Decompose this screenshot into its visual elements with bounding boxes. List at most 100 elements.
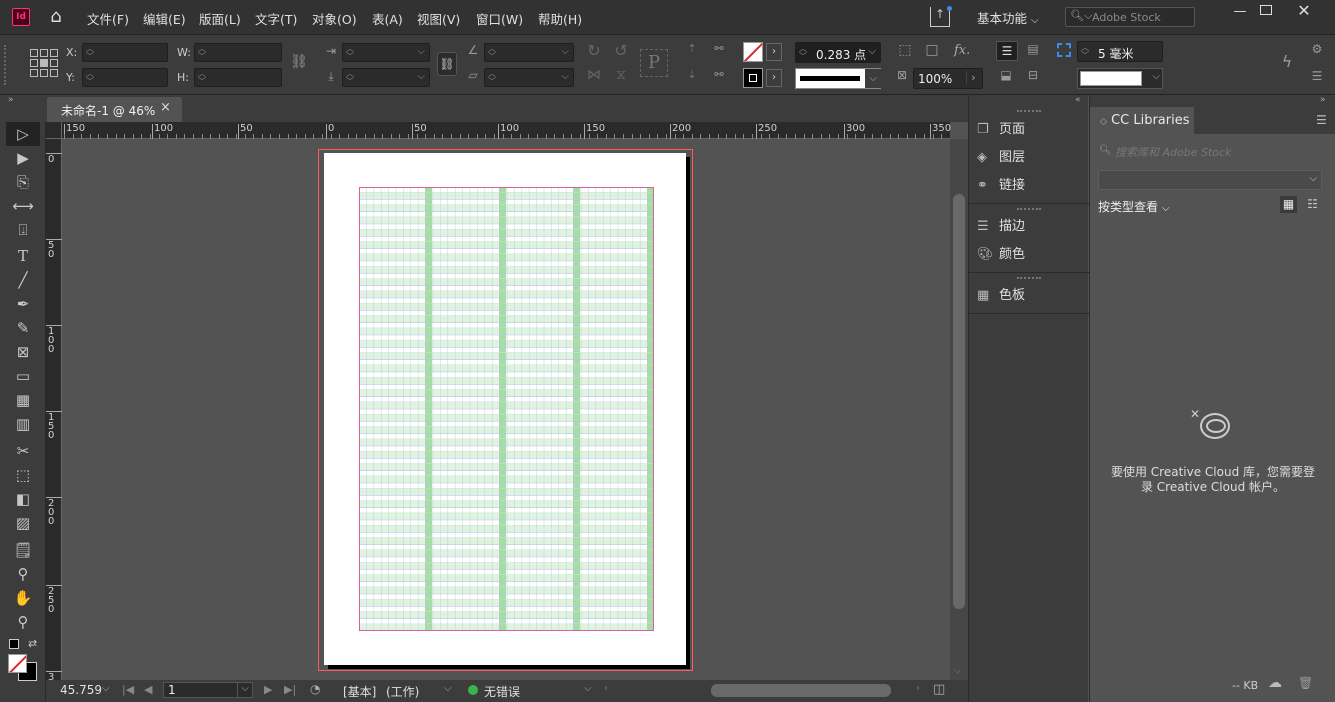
link-scale-button[interactable]: ⛓ <box>437 52 457 76</box>
panel-swatches[interactable]: ▦ 色板 <box>977 283 1087 309</box>
scroll-right-icon[interactable]: › <box>916 683 920 694</box>
first-page-icon[interactable]: |◀ <box>122 683 134 696</box>
line-tool-icon[interactable]: ╱ <box>0 268 46 292</box>
type-tool-icon[interactable]: T <box>0 244 46 268</box>
chevron-down-icon[interactable]: ⌵ <box>444 683 452 694</box>
stepper-icon[interactable]: ︿ ﹀ <box>86 45 94 61</box>
rectangle-tool-icon[interactable]: ▭ <box>0 364 46 388</box>
split-view-icon[interactable]: ◫ <box>933 682 945 697</box>
select-container-icon[interactable]: ⇡ <box>683 42 701 55</box>
pencil-tool-icon[interactable]: ✎ <box>0 316 46 340</box>
gear-icon[interactable]: ⚙ <box>1309 42 1325 56</box>
collapse-panel-icon[interactable]: » <box>1320 95 1326 105</box>
panel-layers[interactable]: ◈ 图层 <box>977 145 1087 171</box>
document-canvas[interactable] <box>62 139 950 680</box>
direct-selection-tool-icon[interactable]: ▶ <box>0 146 46 170</box>
library-dropdown[interactable]: ⌵ <box>1098 170 1322 190</box>
horizontal-scroll-thumb[interactable] <box>711 684 891 697</box>
content-collector-icon[interactable]: ⍗ <box>0 218 46 242</box>
stroke-type-dropdown[interactable]: ⌵ <box>795 68 881 89</box>
panel-pages[interactable]: ❐ 页面 <box>977 117 1087 143</box>
gutter-field[interactable]: ︿ ﹀ 5 毫米 <box>1077 41 1163 62</box>
expand-toolbar-icon[interactable]: » <box>8 95 14 105</box>
close-button[interactable]: ✕ <box>1296 1 1312 20</box>
selection-tool-icon[interactable]: ▷ <box>6 122 40 146</box>
vertical-ruler[interactable]: 05 01 0 01 5 02 0 02 5 03 <box>46 139 62 683</box>
chevron-down-icon[interactable]: ⌵ <box>1309 173 1317 184</box>
last-page-icon[interactable]: ▶| <box>284 683 296 696</box>
select-next-icon[interactable]: ⚯ <box>709 68 729 81</box>
select-previous-icon[interactable]: ⚯ <box>709 42 729 55</box>
panel-menu-icon[interactable]: ☰ <box>1309 69 1325 83</box>
workspace-switcher[interactable]: 基本功能 ⌵ <box>977 8 1039 27</box>
stock-search-field[interactable]: 🔍︎⌵ Adobe Stock <box>1065 7 1195 27</box>
zoom-tool-icon[interactable]: ⚲ <box>0 610 46 634</box>
stepper-icon[interactable]: ︿ ﹀ <box>86 70 94 86</box>
lightning-icon[interactable]: ϟ <box>1278 52 1296 71</box>
chevron-down-icon[interactable]: ⌵ <box>865 69 881 88</box>
trash-icon[interactable]: 🗑︎ <box>1298 676 1313 690</box>
chevron-down-icon[interactable]: ⌵ <box>417 71 425 82</box>
menu-object[interactable]: 对象(O) <box>312 9 357 28</box>
gap-tool-icon[interactable]: ⟷ <box>0 194 46 218</box>
shear-field[interactable]: ︿ ﹀ ⌵ <box>484 68 574 87</box>
rotate-field[interactable]: ︿ ﹀ ⌵ <box>484 43 574 62</box>
default-colors-icon[interactable] <box>9 639 19 649</box>
rotate-ccw-icon[interactable]: ↺ <box>612 41 630 60</box>
chevron-right-icon[interactable]: › <box>966 71 980 84</box>
page-tool-icon[interactable]: ⎘ <box>0 170 46 194</box>
next-page-icon[interactable]: ▶ <box>264 683 272 696</box>
scissors-tool-icon[interactable]: ✂ <box>0 439 46 463</box>
chevron-down-icon[interactable]: ⌵ <box>561 71 569 82</box>
cloud-sync-icon[interactable]: ☁ <box>1268 675 1282 691</box>
x-field[interactable]: ︿ ﹀ <box>82 43 168 62</box>
preflight-status[interactable]: 无错误 <box>484 683 520 700</box>
minimize-button[interactable]: — <box>1232 4 1248 20</box>
w-field[interactable]: ︿ ﹀ <box>194 43 282 62</box>
scale-x-field[interactable]: ︿ ﹀ ⌵ <box>342 43 430 62</box>
opacity-field[interactable]: 100% › <box>913 68 983 89</box>
scale-y-field[interactable]: ︿ ﹀ ⌵ <box>342 68 430 87</box>
h-field[interactable]: ︿ ﹀ <box>194 68 282 87</box>
swap-colors-icon[interactable]: ⇄ <box>28 637 37 650</box>
chevron-down-icon[interactable]: ⌵ <box>417 46 425 57</box>
text-wrap-jump-icon[interactable]: ⊟ <box>1023 68 1043 82</box>
stepper-icon[interactable]: ︿ ﹀ <box>488 70 496 86</box>
stepper-icon[interactable]: ︿ ﹀ <box>198 70 206 86</box>
cc-libraries-tab[interactable]: ◇ CC Libraries <box>1090 107 1194 134</box>
menu-view[interactable]: 视图(V) <box>417 9 460 28</box>
stroke-swatch[interactable] <box>743 68 763 88</box>
stroke-weight-field[interactable]: ︿ ﹀ 0.283 点 ⌵ <box>795 42 881 63</box>
hand-tool-icon[interactable]: ✋ <box>0 586 46 610</box>
collapse-panels-icon[interactable]: « <box>1075 95 1081 105</box>
chevron-down-icon[interactable]: ⌵ <box>561 46 569 57</box>
menu-window[interactable]: 窗口(W) <box>476 9 523 28</box>
page-number-field[interactable]: 1 ⌵ <box>163 682 253 698</box>
menu-edit[interactable]: 编辑(E) <box>143 9 186 28</box>
view-by-dropdown[interactable]: 按类型查看 ⌵ <box>1098 198 1169 215</box>
flip-vertical-icon[interactable]: ⧖ <box>612 67 630 83</box>
previous-page-icon[interactable]: ◀ <box>144 683 152 696</box>
stroke-style-dropdown[interactable]: ⌵ <box>1077 68 1163 89</box>
grid-view-button[interactable]: ▦ <box>1280 196 1297 213</box>
chevron-down-icon[interactable]: ⌵ <box>584 683 592 694</box>
open-page-icon[interactable]: ◔ <box>310 682 320 696</box>
fill-menu-button[interactable]: › <box>766 43 782 61</box>
stepper-icon[interactable]: ︿ ﹀ <box>346 70 354 86</box>
stepper-icon[interactable]: ︿ ﹀ <box>198 45 206 61</box>
rotate-cw-icon[interactable]: ↻ <box>585 41 603 60</box>
menu-file[interactable]: 文件(F) <box>87 9 129 28</box>
gradient-feather-tool-icon[interactable]: ▨ <box>0 511 46 535</box>
drop-shadow-icon[interactable]: □ <box>923 42 941 58</box>
chevron-down-icon[interactable]: ⌵ <box>1152 71 1160 82</box>
gradient-swatch-tool-icon[interactable]: ◧ <box>0 487 46 511</box>
text-wrap-none-button[interactable]: ☰ <box>996 41 1018 61</box>
select-content-icon[interactable]: ⇣ <box>683 68 701 81</box>
ruler-origin[interactable] <box>46 122 62 139</box>
stepper-icon[interactable]: ︿ ﹀ <box>346 45 354 61</box>
stepper-icon[interactable]: ︿ ﹀ <box>799 45 807 61</box>
fx-icon[interactable]: fx. <box>954 43 970 58</box>
rectangle-frame-tool-icon[interactable]: ⊠ <box>0 340 46 364</box>
chevron-down-icon[interactable]: ⌵ <box>868 46 876 57</box>
list-view-button[interactable]: ☷ <box>1304 196 1321 213</box>
